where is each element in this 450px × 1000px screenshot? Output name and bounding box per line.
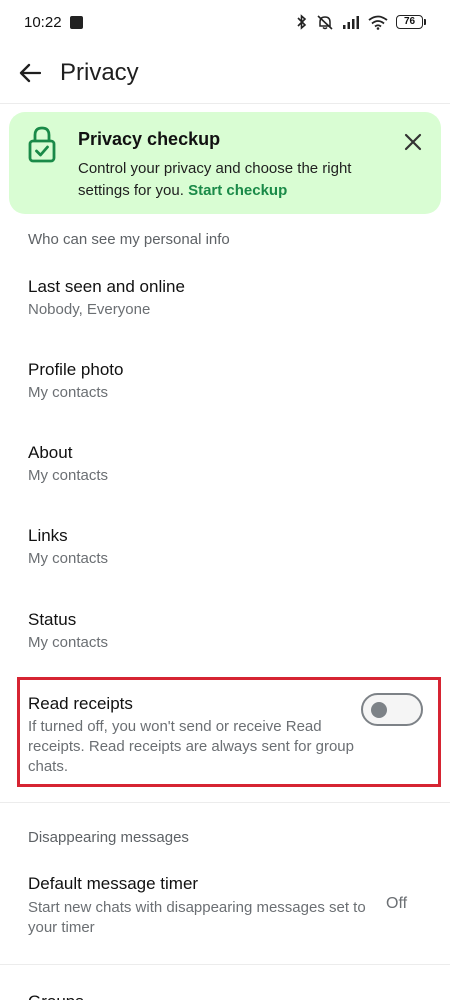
page-title: Privacy [60,59,139,86]
arrow-left-icon [19,63,41,83]
toggle-knob [371,702,387,718]
default-timer-title[interactable]: Default message timer [28,874,198,894]
default-timer-description: Start new chats with disappearing messag… [28,899,366,936]
privacy-checkup-card[interactable]: Privacy checkup Control your privacy and… [9,112,441,214]
setting-about[interactable]: About My contacts [0,428,450,498]
notification-icon [69,15,83,29]
setting-value: My contacts [28,467,109,484]
checkup-title: Privacy checkup [78,129,221,149]
battery-icon: 76 [396,15,426,29]
setting-title: Status [28,610,77,629]
setting-groups[interactable]: Groups [28,992,84,1000]
bluetooth-icon [297,14,307,30]
app-bar: Privacy [0,44,450,102]
read-receipts-description: If turned off, you won't send or receive… [28,718,354,775]
setting-value: My contacts [28,550,109,567]
read-receipts-title[interactable]: Read receipts [28,694,133,714]
setting-status[interactable]: Status My contacts [0,595,450,665]
signal-icon [343,16,359,29]
wifi-icon [368,15,388,30]
close-checkup-button[interactable] [401,130,425,154]
back-button[interactable] [16,59,44,87]
setting-title: Profile photo [28,360,124,379]
status-bar: 10:22 76 [0,0,450,44]
divider [0,964,450,965]
setting-value: My contacts [28,384,109,401]
status-left: 10:22 [24,14,83,31]
divider [0,103,450,104]
lock-check-icon [28,126,56,163]
setting-last-seen[interactable]: Last seen and online Nobody, Everyone [0,262,450,332]
mute-icon [317,15,333,30]
battery-level: 76 [396,15,423,29]
setting-title: About [28,443,73,462]
section-header-personal-info: Who can see my personal info [28,231,230,248]
setting-profile-photo[interactable]: Profile photo My contacts [0,345,450,415]
setting-value: Nobody, Everyone [28,301,151,318]
status-right: 76 [296,14,426,30]
setting-value: My contacts [28,634,109,651]
setting-links[interactable]: Links My contacts [0,511,450,581]
default-timer-value[interactable]: Off [386,895,407,913]
setting-title: Links [28,526,68,545]
divider [0,802,450,803]
checkup-description: Control your privacy and choose the righ… [78,158,368,202]
status-time: 10:22 [24,13,62,31]
start-checkup-link[interactable]: Start checkup [188,182,287,199]
close-icon [404,133,422,151]
setting-title: Last seen and online [28,277,185,296]
section-header-disappearing: Disappearing messages [28,829,189,846]
read-receipts-toggle[interactable] [361,693,423,726]
